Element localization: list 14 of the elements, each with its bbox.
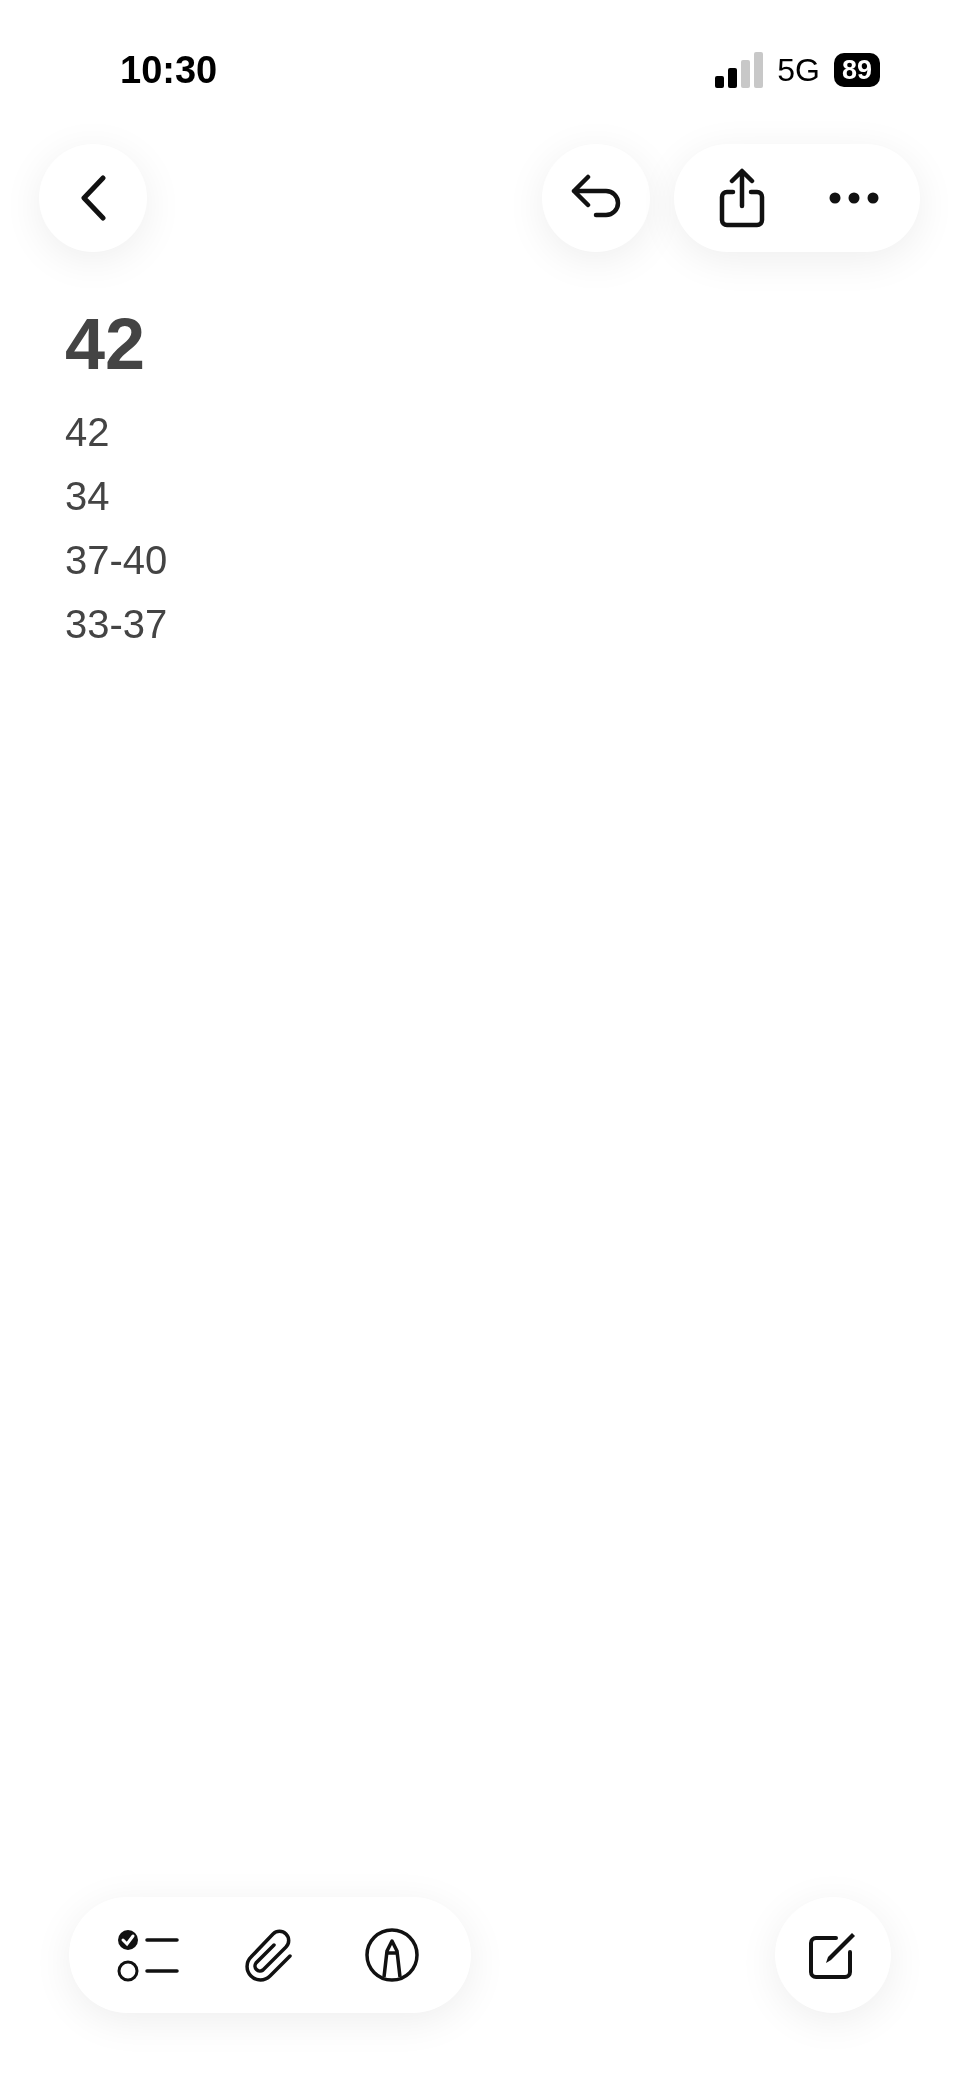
- signal-icon: [715, 52, 764, 88]
- note-title: 42: [65, 304, 147, 384]
- pen-circle-icon: [364, 1927, 420, 1983]
- back-chevron-icon: [80, 175, 106, 221]
- checklist-icon: [117, 1927, 179, 1983]
- note-line: 37-40: [65, 537, 169, 584]
- note-line: 34: [65, 473, 111, 520]
- battery-level: 89: [833, 53, 880, 87]
- status-time: 10:30: [120, 48, 218, 92]
- more-icon: [829, 192, 879, 204]
- share-icon: [718, 168, 766, 228]
- note-line: 33-37: [65, 601, 169, 648]
- network-label: 5G: [777, 54, 820, 86]
- note-line: 42: [65, 409, 111, 456]
